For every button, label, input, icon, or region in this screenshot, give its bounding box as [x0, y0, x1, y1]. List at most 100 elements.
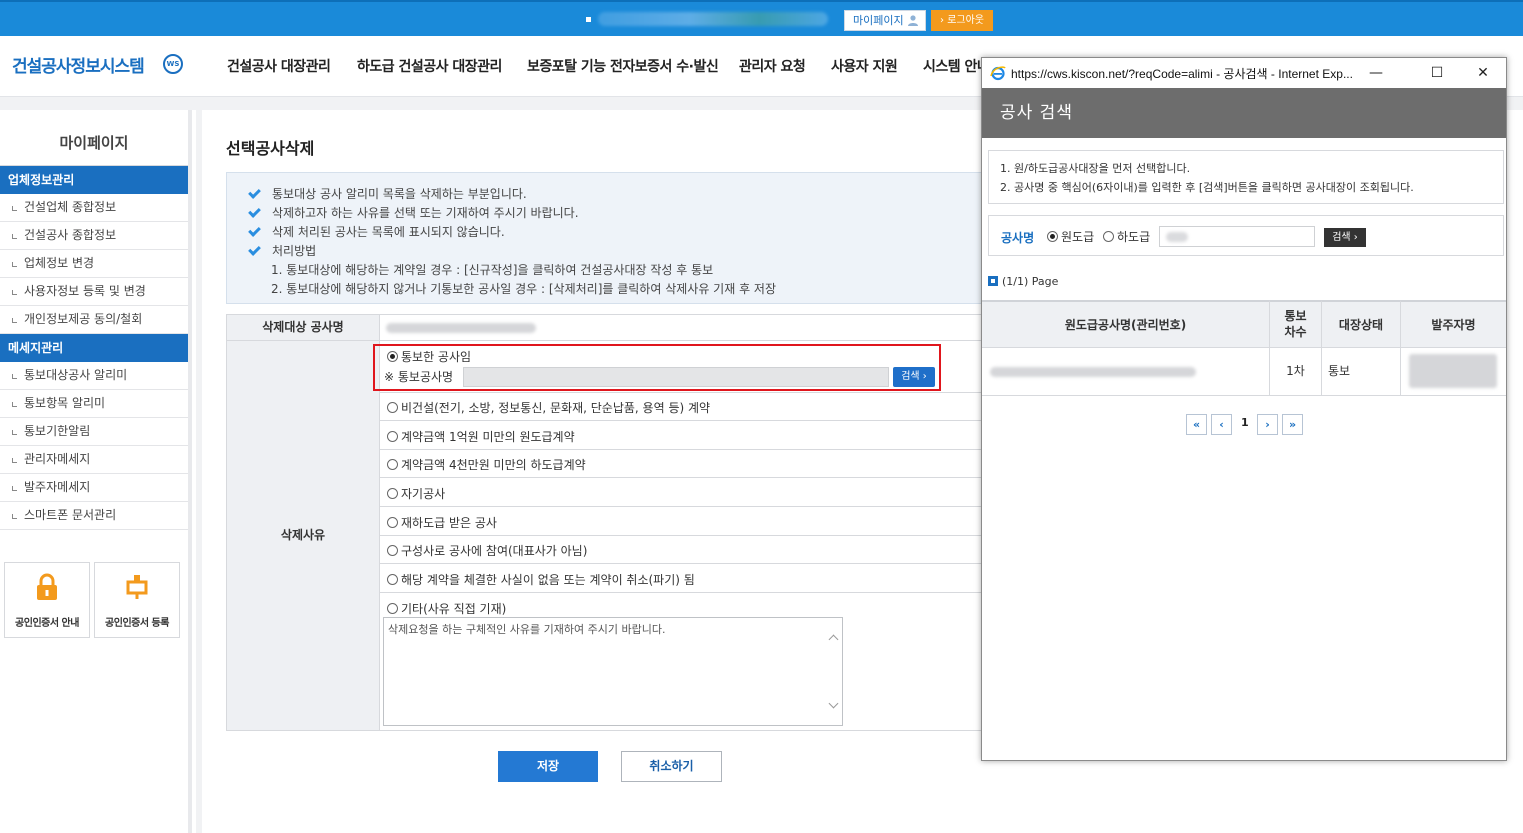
cancel-button[interactable]: 취소하기: [621, 751, 722, 782]
table-cell-notify-count: 1차: [1270, 348, 1322, 396]
popup-instructions: 1. 원/하도급공사대장을 먼저 선택합니다. 2. 공사명 중 핵심어(6자이…: [988, 150, 1504, 204]
save-button[interactable]: 저장: [498, 751, 598, 782]
radio-icon: [387, 402, 398, 413]
page-indicator: (1/1) Page: [988, 275, 1058, 288]
radio-icon: [387, 545, 398, 556]
radio-subcontract[interactable]: 하도급: [1103, 228, 1150, 245]
sidebar-item-notify-target[interactable]: 통보대상공사 알리미: [0, 362, 188, 390]
sidebar-item-smartphone-docs[interactable]: 스마트폰 문서관리: [0, 502, 188, 530]
sidebar-section-company[interactable]: 업체정보관리: [0, 166, 188, 194]
sidebar-item-notify-items[interactable]: 통보항목 알리미: [0, 390, 188, 418]
prev-page-icon[interactable]: ‹: [1211, 414, 1232, 435]
info-line: 통보대상 공사 알리미 목록을 삭제하는 부분입니다.: [248, 185, 527, 202]
info-line: 삭제 처리된 공사는 목록에 표시되지 않습니다.: [248, 223, 505, 240]
check-icon: [248, 205, 261, 218]
reason-radio-own-project[interactable]: 자기공사: [387, 485, 445, 502]
scroll-up-icon[interactable]: [828, 634, 839, 645]
reason-radio-sub-under-40m[interactable]: 계약금액 4천만원 미만의 하도급계약: [387, 456, 586, 473]
nav-subcontract-ledger[interactable]: 하도급 건설공사 대장관리: [357, 56, 502, 76]
row-divider: [380, 535, 986, 536]
first-page-icon[interactable]: «: [1186, 414, 1207, 435]
col-header-orderer: 발주자명: [1401, 300, 1506, 348]
check-icon: [248, 224, 261, 237]
reason-radio-member-company[interactable]: 구성사로 공사에 참여(대표사가 아님): [387, 542, 587, 559]
sidebar-item-company-change[interactable]: 업체정보 변경: [0, 250, 188, 278]
user-info-redacted: [598, 12, 828, 26]
next-page-icon[interactable]: ›: [1257, 414, 1278, 435]
minimize-icon[interactable]: —: [1366, 63, 1386, 83]
sidebar-item-construction-info[interactable]: 건설공사 종합정보: [0, 222, 188, 250]
col-header-notify-count: 통보 차수: [1270, 300, 1322, 348]
reason-radio-non-construction[interactable]: 비건설(전기, 소방, 정보통신, 문화재, 단순납품, 용역 등) 계약: [387, 399, 710, 416]
reason-radio-prime-under-100m[interactable]: 계약금액 1억원 미만의 원도급계약: [387, 428, 575, 445]
reason-textarea[interactable]: 삭제요청을 하는 구체적인 사유를 기재하여 주시기 바랍니다.: [383, 617, 843, 726]
logout-button[interactable]: › 로그아웃: [931, 10, 993, 31]
reason-radio-re-subcontract[interactable]: 재하도급 받은 공사: [387, 514, 497, 531]
square-bullet-icon: [988, 276, 998, 286]
current-page-number[interactable]: 1: [1241, 416, 1249, 429]
radio-icon: [387, 603, 398, 614]
table-cell-project-name[interactable]: [982, 348, 1270, 396]
reason-radio-no-contract[interactable]: 해당 계약을 체결한 사실이 없음 또는 계약이 취소(파기) 됨: [387, 571, 695, 588]
row-divider: [380, 420, 986, 421]
nav-user-support[interactable]: 사용자 지원: [831, 56, 898, 76]
popup-search-bar: 공사명 원도급 하도급 검색 ›: [988, 215, 1504, 256]
project-search-popup: https://cws.kiscon.net/?reqCode=alimi - …: [981, 57, 1507, 761]
delete-reason-label: 삭제사유: [226, 340, 380, 731]
sidebar-section-message[interactable]: 메세지관리: [0, 334, 188, 362]
scroll-down-icon[interactable]: [828, 698, 839, 709]
col-header-ledger-status: 대장상태: [1322, 300, 1401, 348]
sidebar-item-user-info[interactable]: 사용자정보 등록 및 변경: [0, 278, 188, 306]
highlight-box: [373, 344, 941, 391]
maximize-icon[interactable]: ☐: [1427, 63, 1447, 83]
cert-guide-button[interactable]: 공인인증서 안내: [4, 562, 90, 638]
info-box: 통보대상 공사 알리미 목록을 삭제하는 부분입니다. 삭제하고자 하는 사유를…: [226, 172, 986, 304]
top-bar: 마이페이지 › 로그아웃: [0, 0, 1523, 36]
info-line: 처리방법: [248, 242, 316, 259]
close-icon[interactable]: ✕: [1473, 63, 1493, 83]
sidebar-item-admin-message[interactable]: 관리자메세지: [0, 446, 188, 474]
col-header-project-name: 원도급공사명(관리번호): [982, 300, 1270, 348]
radio-icon: [387, 488, 398, 499]
radio-prime-contract[interactable]: 원도급: [1047, 228, 1094, 245]
page-title: 선택공사삭제: [226, 139, 315, 158]
sidebar-item-deadline-alert[interactable]: 통보기한알림: [0, 418, 188, 446]
popup-titlebar[interactable]: https://cws.kiscon.net/?reqCode=alimi - …: [982, 58, 1506, 88]
cert-register-button[interactable]: 공인인증서 등록: [94, 562, 180, 638]
usb-certificate-icon: [126, 575, 148, 599]
site-logo[interactable]: 건설공사정보시스템: [12, 52, 145, 77]
search-term-redacted: [1166, 232, 1188, 242]
sidebar-item-privacy-consent[interactable]: 개인정보제공 동의/철회: [0, 306, 188, 334]
row-divider: [380, 477, 986, 478]
instruction-line: 2. 공사명 중 핵심어(6자이내)를 입력한 후 [검색]버튼을 클릭하면 공…: [1000, 181, 1414, 194]
project-name-redacted: [386, 323, 536, 333]
textarea-scrollbar[interactable]: [826, 618, 842, 725]
target-project-value: [379, 314, 986, 341]
info-line: 삭제하고자 하는 사유를 선택 또는 기재하여 주시기 바랍니다.: [248, 204, 579, 221]
check-icon: [248, 243, 261, 256]
row-divider: [380, 449, 986, 450]
instruction-line: 1. 원/하도급공사대장을 먼저 선택합니다.: [1000, 162, 1191, 175]
nav-admin-request[interactable]: 관리자 요청: [739, 56, 806, 76]
sidebar-item-company-info[interactable]: 건설업체 종합정보: [0, 194, 188, 222]
nav-system-guide[interactable]: 시스템 안내: [923, 56, 990, 76]
nav-construction-ledger[interactable]: 건설공사 대장관리: [227, 56, 331, 76]
sidebar: 마이페이지 업체정보관리 건설업체 종합정보 건설공사 종합정보 업체정보 변경…: [0, 110, 192, 833]
bullet-icon: [586, 17, 591, 22]
radio-icon: [1103, 231, 1114, 242]
last-page-icon[interactable]: »: [1282, 414, 1303, 435]
reason-radio-other[interactable]: 기타(사유 직접 기재): [387, 600, 506, 617]
nav-guarantee-portal[interactable]: 보증포탈 기능 전자보증서 수·발신: [527, 56, 719, 76]
info-step: 2. 통보대상에 해당하지 않거나 기통보한 공사일 경우 : [삭제처리]를 …: [271, 282, 777, 296]
search-label: 공사명: [1001, 231, 1035, 245]
radio-icon: [387, 517, 398, 528]
mypage-button[interactable]: 마이페이지: [844, 10, 926, 31]
row-divider: [380, 592, 986, 593]
row-divider: [380, 506, 986, 507]
popup-search-button[interactable]: 검색 ›: [1324, 228, 1366, 247]
chevron-right-icon: ›: [1350, 232, 1358, 243]
sidebar-title: 마이페이지: [0, 110, 188, 166]
sidebar-item-orderer-message[interactable]: 발주자메세지: [0, 474, 188, 502]
internet-explorer-icon: [990, 66, 1006, 81]
project-search-input[interactable]: [1159, 226, 1315, 247]
